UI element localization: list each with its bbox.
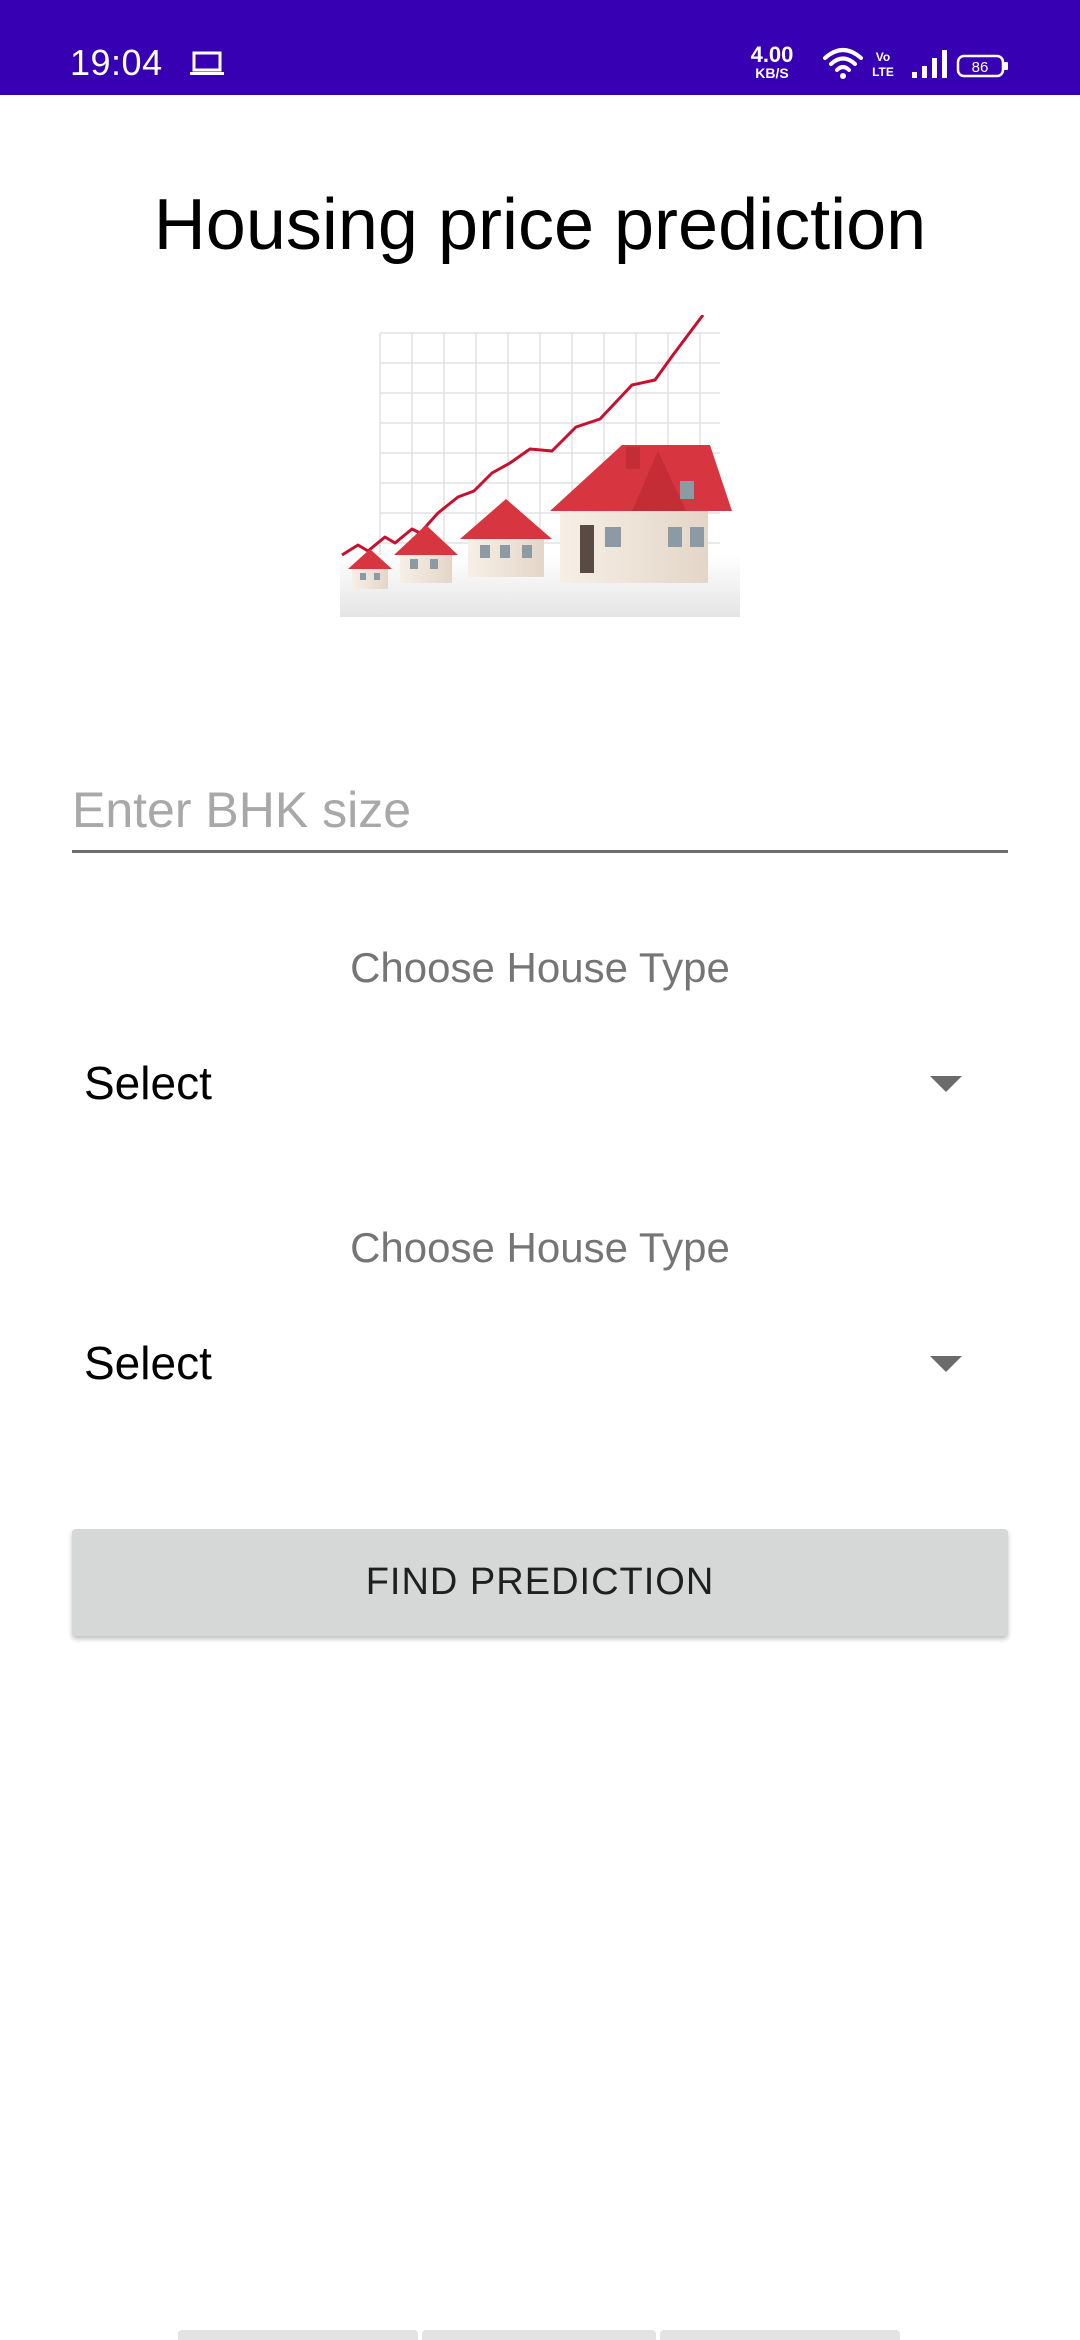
bhk-size-input[interactable] — [72, 770, 1008, 853]
status-bar: 19:04 4.00 KB/S Vo LTE 86 — [0, 0, 1080, 95]
battery-icon: 86 — [956, 54, 1008, 78]
housing-growth-illustration — [340, 315, 740, 617]
wifi-icon — [823, 48, 863, 79]
svg-text:LTE: LTE — [872, 65, 894, 79]
volte-icon: Vo LTE — [872, 50, 894, 79]
house-type-select-2[interactable]: Select — [72, 1314, 1008, 1414]
dropdown-arrow-icon — [930, 1356, 962, 1372]
gesture-bar-center — [422, 2330, 656, 2340]
house-type-label-2: Choose House Type — [350, 1224, 730, 1271]
house-type-select-2-value: Select — [84, 1337, 212, 1389]
network-speed: 4.00 KB/S — [742, 42, 802, 81]
house-type-select[interactable]: Select — [72, 1034, 1008, 1134]
page-title: Housing price prediction — [153, 185, 927, 265]
gesture-bar-left — [178, 2330, 418, 2340]
dropdown-arrow-icon — [930, 1076, 962, 1092]
find-prediction-button[interactable]: FIND PREDICTION — [72, 1529, 1008, 1636]
gesture-bar-right — [660, 2330, 900, 2340]
battery-level: 86 — [972, 59, 989, 76]
network-speed-value: 4.00 — [750, 42, 794, 67]
laptop-icon — [190, 51, 224, 75]
network-speed-unit: KB/S — [755, 65, 789, 81]
status-time: 19:04 — [70, 42, 163, 83]
svg-text:Vo: Vo — [876, 50, 890, 64]
signal-strength-icon — [912, 50, 947, 78]
house-type-label: Choose House Type — [350, 944, 730, 991]
house-type-select-value: Select — [84, 1057, 212, 1109]
